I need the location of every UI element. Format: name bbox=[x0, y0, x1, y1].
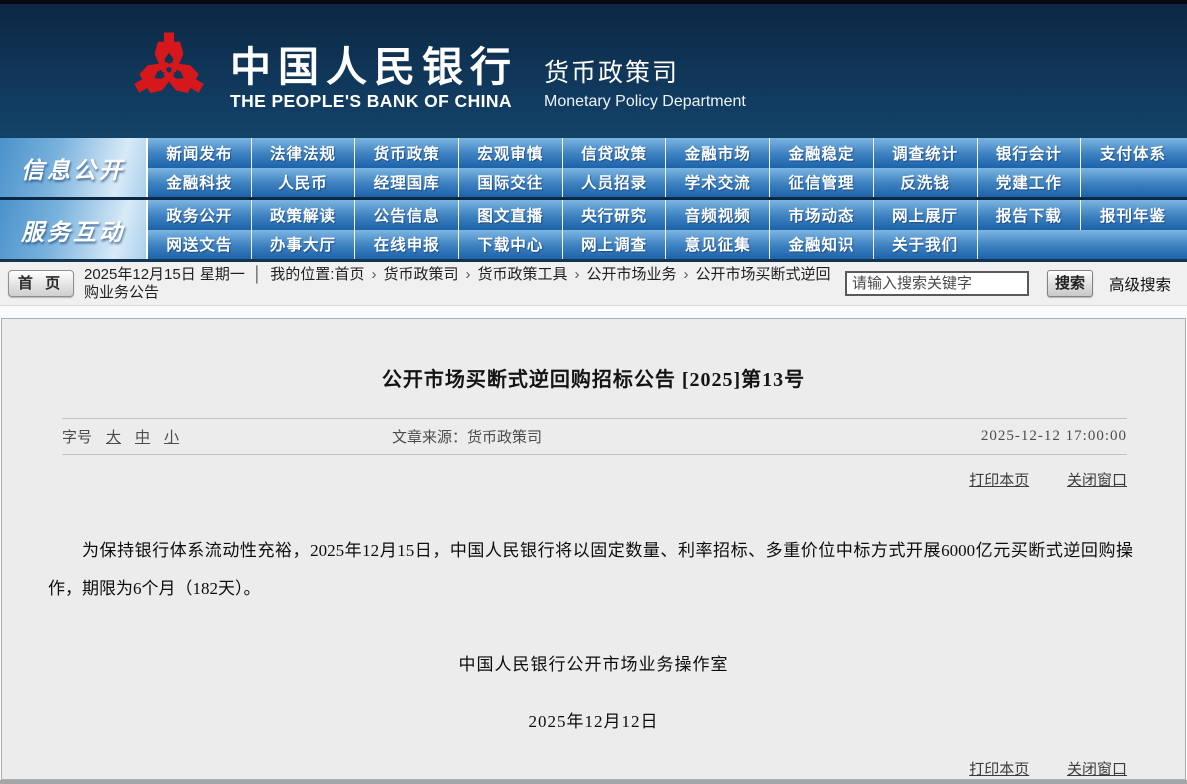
nav-row: 金融科技 人民币 经理国库 国际交往 人员招录 学术交流 征信管理 反洗钱 党建… bbox=[148, 167, 1187, 198]
nav-row: 政务公开 政策解读 公告信息 图文直播 央行研究 音频视频 市场动态 网上展厅 … bbox=[148, 200, 1187, 230]
nav-item-macroprudential[interactable]: 宏观审慎 bbox=[459, 138, 563, 168]
article-signature: 中国人民银行公开市场业务操作室 bbox=[458, 655, 729, 674]
close-window-link[interactable]: 关闭窗口 bbox=[1067, 762, 1127, 778]
nav-item-renminbi[interactable]: 人民币 bbox=[252, 167, 356, 197]
nav-item-academic-exchange[interactable]: 学术交流 bbox=[666, 167, 771, 197]
department-name-cn: 货币政策司 bbox=[544, 59, 680, 87]
nav-item-report-download[interactable]: 报告下载 bbox=[978, 200, 1082, 230]
nav-section-info-disclosure: 信息公开 新闻发布 法律法规 货币政策 宏观审慎 信贷政策 金融市场 金融稳定 … bbox=[0, 138, 1187, 197]
nav-item-policy-interpretation[interactable]: 政策解读 bbox=[252, 200, 356, 230]
site-header: 中国人民银行 THE PEOPLE'S BANK OF CHINA 货币政策司 … bbox=[0, 0, 1187, 138]
nav-item-recruitment[interactable]: 人员招录 bbox=[563, 167, 667, 197]
nav-item-monetary-policy[interactable]: 货币政策 bbox=[355, 138, 460, 168]
search-button[interactable]: 搜索 bbox=[1046, 270, 1093, 297]
nav-item-market-trends[interactable]: 市场动态 bbox=[770, 200, 874, 230]
nav-item-service-hall[interactable]: 办事大厅 bbox=[252, 229, 356, 259]
article-meta-row: 字号 大 中 小 文章来源：货币政策司 2025-12-12 17:00:00 bbox=[62, 418, 1127, 455]
nav-section-services: 服务互动 政务公开 政策解读 公告信息 图文直播 央行研究 音频视频 市场动态 … bbox=[0, 200, 1187, 259]
article-sign-date: 2025年12月12日 bbox=[528, 712, 659, 731]
nav-item-periodicals[interactable]: 报刊年鉴 bbox=[1081, 200, 1185, 230]
nav-item-credit-policy[interactable]: 信贷政策 bbox=[563, 138, 667, 168]
nav-item-financial-knowledge[interactable]: 金融知识 bbox=[770, 229, 874, 259]
nav-label-info-disclosure[interactable]: 信息公开 bbox=[0, 138, 148, 197]
advanced-search-link[interactable]: 高级搜索 bbox=[1109, 273, 1171, 295]
article-datetime: 2025-12-12 17:00:00 bbox=[980, 428, 1127, 444]
font-size-large-link[interactable]: 大 bbox=[106, 426, 121, 447]
article-title: 公开市场买断式逆回购招标公告 [2025]第13号 bbox=[381, 369, 806, 391]
nav-item-announcements[interactable]: 公告信息 bbox=[355, 200, 460, 230]
nav-item-treasury[interactable]: 经理国库 bbox=[355, 167, 460, 197]
nav-item-statistics[interactable]: 调查统计 bbox=[874, 138, 978, 168]
print-page-link[interactable]: 打印本页 bbox=[969, 473, 1029, 489]
print-page-link[interactable]: 打印本页 bbox=[969, 762, 1029, 778]
close-window-link[interactable]: 关闭窗口 bbox=[1067, 473, 1127, 489]
bank-name-cn: 中国人民银行 bbox=[230, 43, 518, 90]
nav-item-online-exhibition[interactable]: 网上展厅 bbox=[874, 200, 978, 230]
article-actions-bottom: 打印本页 关闭窗口 bbox=[2, 758, 1127, 779]
nav-row: 网送文告 办事大厅 在线申报 下载中心 网上调查 意见征集 金融知识 关于我们 bbox=[148, 229, 1187, 260]
nav-item-financial-stability[interactable]: 金融稳定 bbox=[770, 138, 874, 168]
nav-row: 新闻发布 法律法规 货币政策 宏观审慎 信贷政策 金融市场 金融稳定 调查统计 … bbox=[148, 138, 1187, 168]
current-date: 2025年12月15日 星期一 bbox=[84, 265, 245, 283]
nav-item-live-broadcast[interactable]: 图文直播 bbox=[459, 200, 563, 230]
nav-item-credit-reporting[interactable]: 征信管理 bbox=[770, 167, 874, 197]
main-navigation: 信息公开 新闻发布 法律法规 货币政策 宏观审慎 信贷政策 金融市场 金融稳定 … bbox=[0, 138, 1187, 259]
nav-item-international[interactable]: 国际交往 bbox=[459, 167, 563, 197]
nav-row-filler bbox=[978, 230, 1187, 260]
breadcrumb-bar: 首 页 2025年12月15日 星期一 │ 我的位置:首页 › 货币政策司 › 货币政策工具… bbox=[0, 259, 1187, 306]
chevron-separator-icon: › bbox=[574, 265, 580, 283]
nav-item-news[interactable]: 新闻发布 bbox=[148, 138, 252, 168]
search-input[interactable] bbox=[844, 271, 1029, 296]
pboc-logo-icon bbox=[126, 24, 212, 112]
font-size-small-link[interactable]: 小 bbox=[164, 426, 179, 447]
nav-item-gov-affairs[interactable]: 政务公开 bbox=[148, 200, 252, 230]
article-source: 文章来源：货币政策司 bbox=[392, 430, 543, 446]
nav-item-solicit-opinions[interactable]: 意见征集 bbox=[666, 229, 771, 259]
nav-item-research[interactable]: 央行研究 bbox=[563, 200, 667, 230]
department-name-en: Monetary Policy Department bbox=[544, 93, 746, 110]
nav-item-laws[interactable]: 法律法规 bbox=[252, 138, 356, 168]
article-body: 为保持银行体系流动性充裕，2025年12月15日，中国人民银行将以固定数量、利率… bbox=[48, 541, 1133, 598]
font-size-label: 字号 bbox=[62, 430, 93, 446]
breadcrumb-item-dept[interactable]: 货币政策司 bbox=[383, 266, 458, 283]
chevron-separator-icon: › bbox=[371, 265, 377, 283]
nav-item-fintech[interactable]: 金融科技 bbox=[148, 167, 252, 197]
chevron-separator-icon: › bbox=[683, 265, 689, 283]
article-panel: 公开市场买断式逆回购招标公告 [2025]第13号 字号 大 中 小 文章来源：… bbox=[1, 318, 1186, 780]
search-zone: 搜索 高级搜索 bbox=[844, 270, 1177, 297]
article-actions-top: 打印本页 关闭窗口 bbox=[2, 469, 1127, 490]
nav-row-filler bbox=[1081, 168, 1187, 198]
nav-item-party-building[interactable]: 党建工作 bbox=[978, 167, 1082, 197]
nav-item-download-center[interactable]: 下载中心 bbox=[459, 229, 563, 259]
breadcrumb: 2025年12月15日 星期一 │ 我的位置:首页 › 货币政策司 › 货币政策工具 › 公开市… bbox=[84, 266, 845, 302]
main-content: 公开市场买断式逆回购招标公告 [2025]第13号 字号 大 中 小 文章来源：… bbox=[0, 306, 1187, 780]
nav-item-web-notices[interactable]: 网送文告 bbox=[148, 229, 252, 259]
nav-item-payment-system[interactable]: 支付体系 bbox=[1081, 138, 1185, 168]
font-size-medium-link[interactable]: 中 bbox=[135, 426, 150, 447]
footer-bar: 图片来源：人民银行官网 bbox=[0, 780, 1187, 784]
nav-item-accounting[interactable]: 银行会计 bbox=[978, 138, 1082, 168]
nav-item-financial-markets[interactable]: 金融市场 bbox=[666, 138, 771, 168]
nav-item-anti-money-laundering[interactable]: 反洗钱 bbox=[874, 167, 978, 197]
home-button[interactable]: 首 页 bbox=[8, 270, 74, 297]
bank-name-en: THE PEOPLE'S BANK OF CHINA bbox=[230, 91, 512, 111]
nav-label-services[interactable]: 服务互动 bbox=[0, 200, 148, 259]
breadcrumb-item-open-market[interactable]: 公开市场业务 bbox=[587, 266, 677, 283]
nav-item-online-filing[interactable]: 在线申报 bbox=[355, 229, 460, 259]
location-label: 我的位置:首页 bbox=[270, 265, 365, 283]
chevron-separator-icon: › bbox=[465, 265, 471, 283]
breadcrumb-item-tools[interactable]: 货币政策工具 bbox=[477, 266, 567, 283]
nav-item-audio-video[interactable]: 音频视频 bbox=[666, 200, 771, 230]
nav-item-about-us[interactable]: 关于我们 bbox=[874, 229, 978, 259]
nav-item-online-survey[interactable]: 网上调查 bbox=[563, 229, 667, 259]
breadcrumb-divider: │ bbox=[252, 265, 263, 283]
